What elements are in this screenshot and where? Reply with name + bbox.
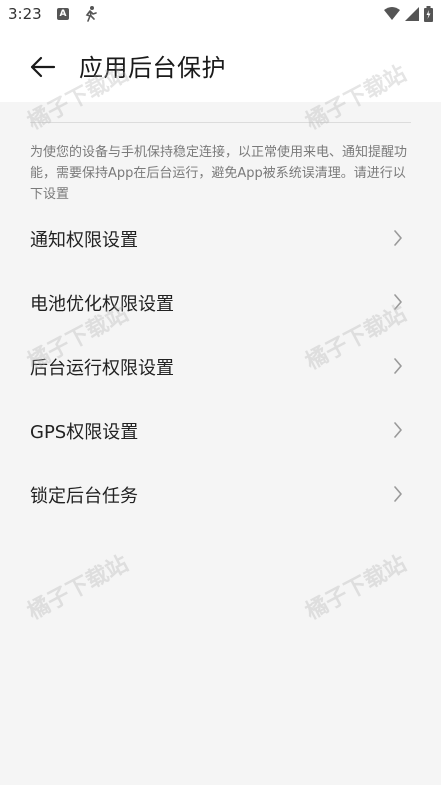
- page-title: 应用后台保护: [79, 54, 226, 82]
- menu-item-notification-permission[interactable]: 通知权限设置: [0, 206, 441, 270]
- chevron-right-icon: [394, 422, 402, 438]
- menu-item-background-running[interactable]: 后台运行权限设置: [0, 334, 441, 398]
- menu-item-label: 锁定后台任务: [30, 486, 138, 507]
- status-time: 3:23: [8, 5, 42, 23]
- app-bar: 应用后台保护: [0, 30, 441, 102]
- battery-icon: [424, 6, 433, 22]
- wifi-icon: [384, 7, 400, 20]
- status-bar: 3:23 A: [0, 0, 441, 30]
- running-icon: [85, 6, 97, 22]
- a-notification-icon: A: [57, 8, 69, 20]
- divider: [30, 122, 411, 123]
- watermark: 橘子下载站: [23, 551, 133, 626]
- chevron-right-icon: [394, 358, 402, 374]
- menu-item-lock-background-task[interactable]: 锁定后台任务: [0, 462, 441, 526]
- signal-icon: [405, 7, 419, 21]
- menu-item-battery-optimization[interactable]: 电池优化权限设置: [0, 270, 441, 334]
- back-arrow-icon[interactable]: [28, 52, 58, 82]
- status-right-icons: [384, 6, 433, 22]
- chevron-right-icon: [394, 230, 402, 246]
- watermark: 橘子下载站: [301, 551, 411, 626]
- chevron-right-icon: [394, 486, 402, 502]
- description-text: 为使您的设备与手机保持稳定连接，以正常使用来电、通知提醒功能，需要保持App在后…: [30, 145, 408, 202]
- menu-item-label: GPS权限设置: [30, 422, 139, 443]
- menu-item-gps-permission[interactable]: GPS权限设置: [0, 398, 441, 462]
- menu-item-label: 后台运行权限设置: [30, 358, 174, 379]
- menu-item-label: 电池优化权限设置: [30, 294, 174, 315]
- chevron-right-icon: [394, 294, 402, 310]
- menu-item-label: 通知权限设置: [30, 230, 138, 251]
- settings-menu-list: 通知权限设置 电池优化权限设置 后台运行权限设置 GPS权限设置 锁定后台任务: [0, 206, 441, 526]
